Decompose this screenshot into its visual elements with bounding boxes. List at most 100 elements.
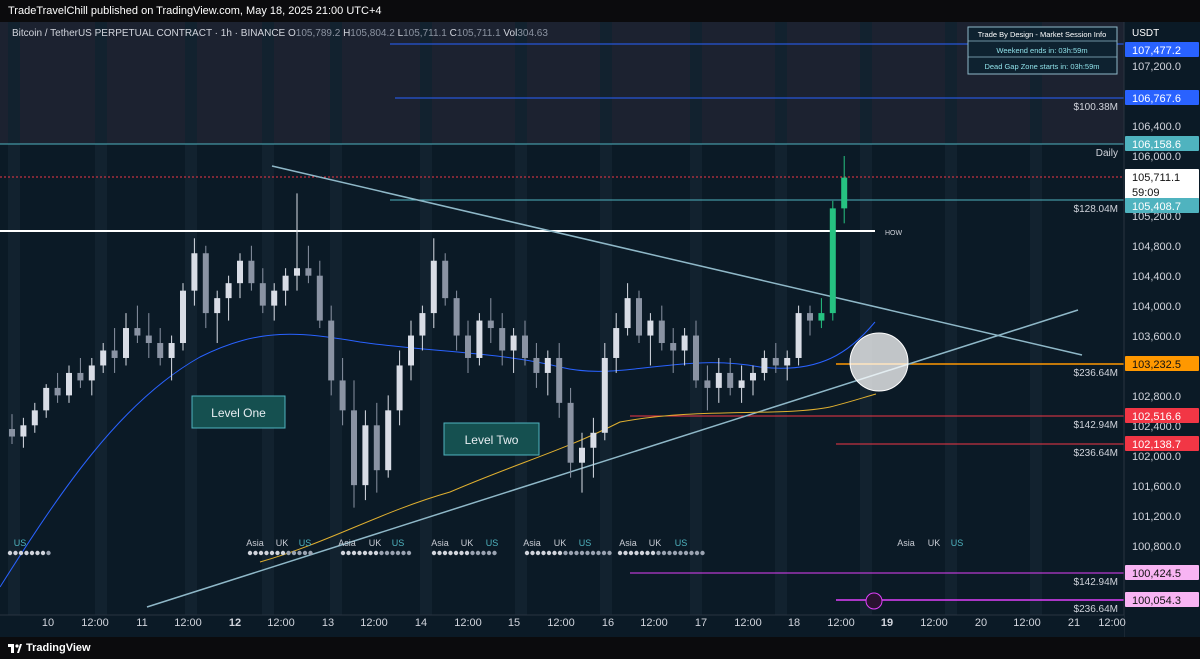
legend-part: C [450,28,457,39]
session-dot [628,550,634,556]
candle-body [430,260,437,314]
candle-body [294,268,300,276]
price-tag-label: 105,711.1 [1132,172,1180,184]
candle-body [396,365,403,411]
session-label: Asia [523,538,541,548]
session-dot [29,550,35,556]
session-dot [24,550,29,556]
session-label: UK [928,538,941,548]
price-tag-label: 100,054.3 [1132,595,1181,607]
y-tick-label: 104,400.0 [1132,271,1181,283]
candle-body [408,335,414,366]
candle-body [670,343,677,351]
session-dot [453,550,459,556]
session-dot [667,550,672,556]
session-dot [18,550,24,556]
candle-body [567,402,574,463]
candle-body [191,253,198,291]
session-band [8,22,20,615]
session-dot [247,550,253,556]
session-label: UK [276,538,289,548]
candle-body [556,357,563,403]
session-dot [557,550,563,556]
session-dot [379,550,384,556]
session-dot [40,550,46,556]
candle-body [681,335,688,351]
footer-bar: TradingView [0,637,1200,659]
session-dot [357,550,362,556]
candle-body [601,357,608,433]
candle-body [385,410,392,471]
x-tick-label: 12:00 [920,617,948,629]
session-dot [650,550,656,556]
candle-body [579,447,585,463]
session-dot [601,550,607,556]
candle-body [636,298,642,336]
session-label: Asia [897,538,915,548]
tradingview-logo-icon [8,644,22,653]
footer-brand: TradingView [26,642,91,654]
session-dot [546,550,552,556]
session-dot [694,550,700,556]
session-dot [351,550,357,556]
candle-body [54,387,61,396]
candle [636,290,642,344]
x-tick-label: 19 [881,617,893,629]
candle-body [134,328,141,336]
session-dot [275,550,280,556]
session-dot [459,550,464,556]
session-dot [585,550,590,556]
session-dot [442,550,448,556]
price-tag-label: 102,516.6 [1132,411,1181,423]
session-dot [596,550,601,556]
info-box-line: Dead Gap Zone starts in: 03h:59m [984,62,1099,71]
x-tick-label: 17 [695,617,707,629]
session-dot [291,550,297,556]
candle-body [66,372,72,396]
legend-part: 105,804.2 [350,28,397,39]
price-tag-label: 106,767.6 [1132,93,1181,105]
candle [476,313,483,366]
candle-body [328,320,335,381]
x-tick-label: 12:00 [827,617,855,629]
x-tick-label: 12:00 [1098,617,1126,629]
session-dot [401,550,406,556]
price-tag-label: 107,477.2 [1132,45,1181,57]
level-label: Daily [1096,148,1118,159]
candle-body [750,372,756,381]
level-label: $236.64M [1074,604,1118,615]
y-tick-label: 101,200.0 [1132,511,1181,523]
x-tick-label: 18 [788,617,800,629]
session-dot [535,550,541,556]
currency-label: USDT [1132,28,1159,39]
session-dot [530,550,535,556]
candle [795,305,802,366]
chart-area[interactable]: Level OneLevel Two107,504M$100.38MDaily$… [0,22,1200,637]
candle-body [818,313,825,321]
legend-part: 105,711.1 [457,28,504,39]
candle-body [533,357,540,373]
price-tag-label: 100,424.5 [1132,568,1181,580]
session-dot [269,550,275,556]
session-dot [46,550,51,556]
legend-part: 304.63 [517,28,548,39]
x-tick-label: 12:00 [734,617,762,629]
session-dot [524,550,530,556]
session-dot [590,550,596,556]
session-dot [253,550,258,556]
candle-body [704,380,711,388]
session-dot [13,550,18,556]
session-label: US [299,538,312,548]
level-label: $142.94M [1074,420,1118,431]
chart-svg[interactable]: Level OneLevel Two107,504M$100.38MDaily$… [0,22,1200,637]
y-tick-label: 106,400.0 [1132,121,1181,133]
session-label: Asia [338,538,356,548]
info-box-line: Weekend ends in: 03h:59m [996,46,1087,55]
session-band [860,22,872,615]
session-band [1030,22,1042,615]
session-dot [390,550,395,556]
info-box-title: Trade By Design - Market Session Info [978,30,1107,39]
session-label: US [951,538,964,548]
candle-body [362,425,369,486]
session-dot [579,550,585,556]
